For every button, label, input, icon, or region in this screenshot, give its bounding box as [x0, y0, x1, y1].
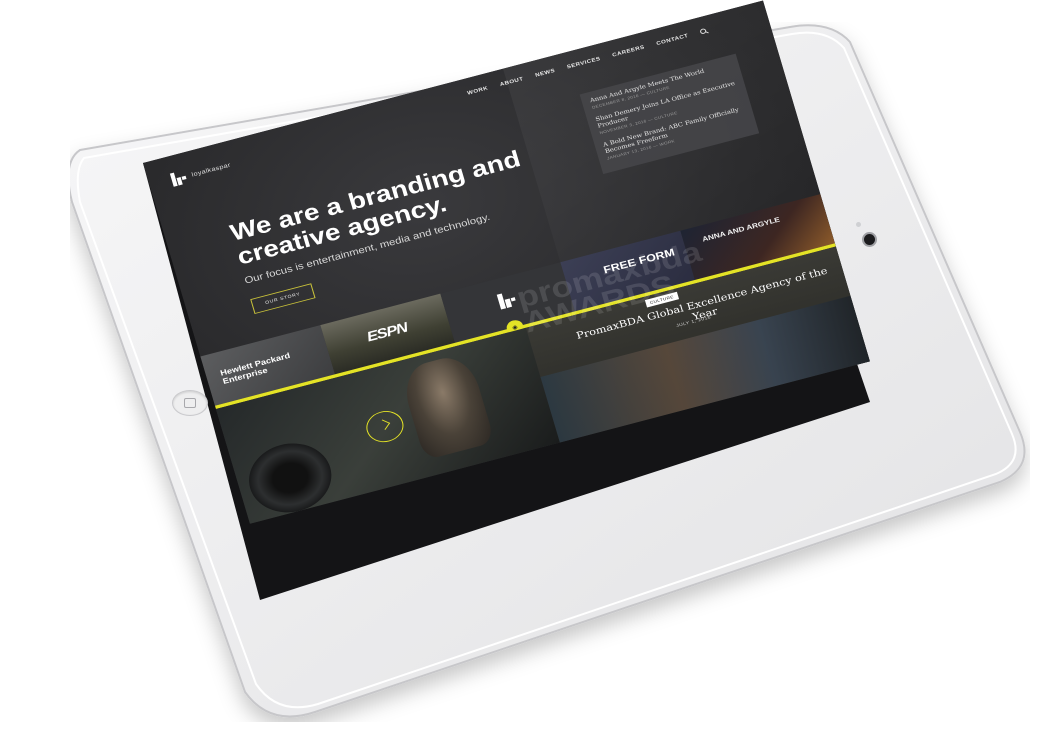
home-button[interactable]	[172, 390, 208, 416]
front-camera	[862, 232, 877, 247]
sensor-dot	[856, 222, 861, 227]
portrait-image	[398, 351, 496, 461]
play-icon[interactable]	[362, 407, 408, 447]
tile-espn-label: ESPN	[365, 320, 409, 345]
loyalkaspar-logo-icon	[496, 291, 517, 310]
